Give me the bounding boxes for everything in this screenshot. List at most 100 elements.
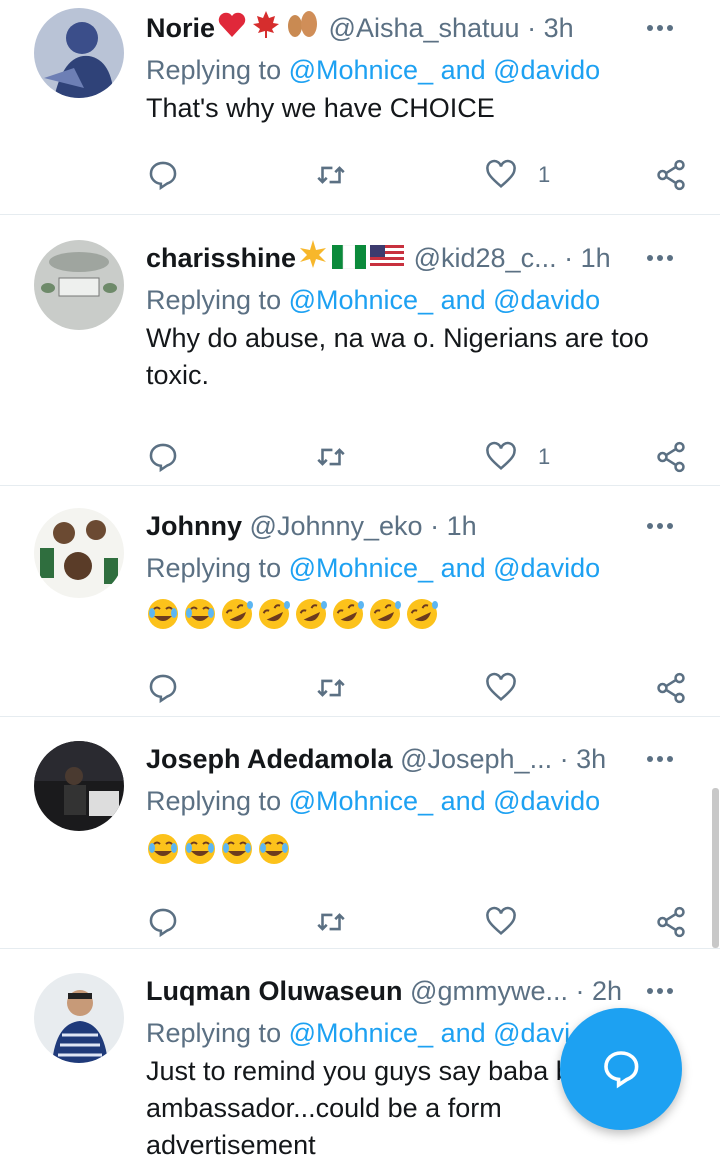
heart-icon (486, 672, 516, 702)
more-icon[interactable] (642, 10, 682, 46)
tweet-actions: 1 (146, 150, 686, 200)
tears-of-joy-emoji (220, 832, 254, 866)
avatar[interactable] (34, 240, 124, 330)
tweet-text: That's why we have CHOICE (146, 93, 495, 123)
replying-to: Replying to @Mohnice_ and @davi (146, 1018, 571, 1048)
tears-of-joy-emoji (146, 597, 180, 631)
tweet[interactable]: Joseph Adedamola @Joseph_... · 3h Replyi… (0, 717, 720, 949)
like-button[interactable] (484, 663, 518, 713)
display-name[interactable]: Joseph Adedamola (146, 744, 393, 774)
share-button[interactable] (654, 663, 688, 713)
replying-to-users[interactable]: @Mohnice_ and @davido (289, 553, 601, 583)
compose-reply-icon (604, 1051, 639, 1089)
heart-emoji (217, 10, 247, 48)
avatar[interactable] (34, 8, 124, 98)
username[interactable]: @Johnny_eko (250, 511, 423, 541)
reply-button[interactable] (146, 150, 180, 200)
display-name[interactable]: charisshine (146, 243, 296, 273)
like-button[interactable]: 1 (484, 432, 550, 482)
tweet-emojis (146, 594, 686, 631)
replying-to: Replying to @Mohnice_ and @davido (146, 55, 601, 85)
like-button[interactable] (484, 897, 518, 947)
replying-to: Replying to @Mohnice_ and @davido (146, 553, 601, 583)
more-icon[interactable] (642, 508, 682, 544)
rolling-laughing-emoji (331, 597, 365, 631)
rolling-laughing-emoji (257, 597, 291, 631)
timestamp: · 3h (559, 744, 607, 774)
like-count: 1 (538, 444, 551, 469)
tweet-actions (146, 897, 686, 947)
more-icon[interactable] (642, 741, 682, 777)
username[interactable]: @kid28_c... (414, 243, 557, 273)
replying-to: Replying to @Mohnice_ and @davido (146, 285, 601, 315)
share-icon (657, 159, 685, 191)
username[interactable]: @Aisha_shatuu (329, 13, 520, 43)
rolling-laughing-emoji (294, 597, 328, 631)
compose-reply-button[interactable] (560, 1008, 682, 1130)
tears-of-joy-emoji (183, 597, 217, 631)
retweet-button[interactable] (314, 663, 348, 713)
scrollbar[interactable] (712, 788, 719, 948)
share-button[interactable] (654, 150, 688, 200)
reply-button[interactable] (146, 432, 180, 482)
share-icon (657, 906, 685, 938)
timestamp: · 3h (527, 13, 574, 43)
username[interactable]: @gmmywe... (410, 976, 568, 1006)
retweet-icon (317, 913, 345, 931)
replying-to-users[interactable]: @Mohnice_ and @davi (289, 1018, 570, 1048)
tweet[interactable]: charisshine @kid28_c... · 1h Replying to… (0, 215, 720, 486)
reply-button[interactable] (146, 897, 180, 947)
retweet-icon (317, 166, 345, 184)
reply-icon (149, 161, 177, 191)
retweet-icon (317, 448, 345, 466)
retweet-icon (317, 679, 345, 697)
tweet-actions: 1 (146, 432, 686, 482)
replying-to-users[interactable]: @Mohnice_ and @davido (289, 285, 601, 315)
share-button[interactable] (654, 897, 688, 947)
like-count: 1 (538, 162, 551, 187)
avatar[interactable] (34, 508, 124, 598)
display-name[interactable]: Norie (146, 13, 215, 43)
heart-icon (486, 906, 516, 936)
star-emoji (298, 239, 328, 278)
like-button[interactable]: 1 (484, 150, 550, 200)
share-icon (657, 441, 685, 473)
display-name[interactable]: Johnny (146, 511, 242, 541)
nigeria-flag-emoji (332, 240, 367, 278)
reply-icon (149, 443, 177, 473)
rolling-laughing-emoji (405, 597, 439, 631)
retweet-button[interactable] (314, 150, 348, 200)
leaf-emoji (285, 9, 319, 48)
replying-to-users[interactable]: @Mohnice_ and @davido (289, 55, 601, 85)
reply-button[interactable] (146, 663, 180, 713)
username[interactable]: @Joseph_... (400, 744, 552, 774)
share-button[interactable] (654, 432, 688, 482)
more-icon[interactable] (642, 240, 682, 276)
tweet[interactable]: Norie @Aisha_shatuu · 3h Replying to @Mo… (0, 0, 720, 215)
rolling-laughing-emoji (220, 597, 254, 631)
more-icon[interactable] (642, 973, 682, 1009)
tears-of-joy-emoji (257, 832, 291, 866)
tears-of-joy-emoji (146, 832, 180, 866)
timestamp: · 1h (564, 243, 611, 273)
usa-flag-emoji (370, 240, 405, 278)
tweet-text: Why do abuse, na wa o. Nigerians are too… (146, 323, 649, 390)
replying-to-users[interactable]: @Mohnice_ and @davido (289, 786, 601, 816)
maple-leaf-emoji (251, 9, 281, 48)
tweet-actions (146, 663, 686, 713)
timestamp: · 1h (430, 511, 477, 541)
tears-of-joy-emoji (183, 832, 217, 866)
share-icon (657, 672, 685, 704)
replying-to: Replying to @Mohnice_ and @davido (146, 786, 601, 816)
avatar[interactable] (34, 741, 124, 831)
retweet-button[interactable] (314, 432, 348, 482)
heart-icon (486, 159, 516, 189)
reply-icon (149, 674, 177, 704)
rolling-laughing-emoji (368, 597, 402, 631)
avatar[interactable] (34, 973, 124, 1063)
tweet[interactable]: Johnny @Johnny_eko · 1h Replying to @Moh… (0, 486, 720, 717)
timestamp: · 2h (575, 976, 623, 1006)
reply-icon (149, 908, 177, 938)
display-name[interactable]: Luqman Oluwaseun (146, 976, 403, 1006)
retweet-button[interactable] (314, 897, 348, 947)
